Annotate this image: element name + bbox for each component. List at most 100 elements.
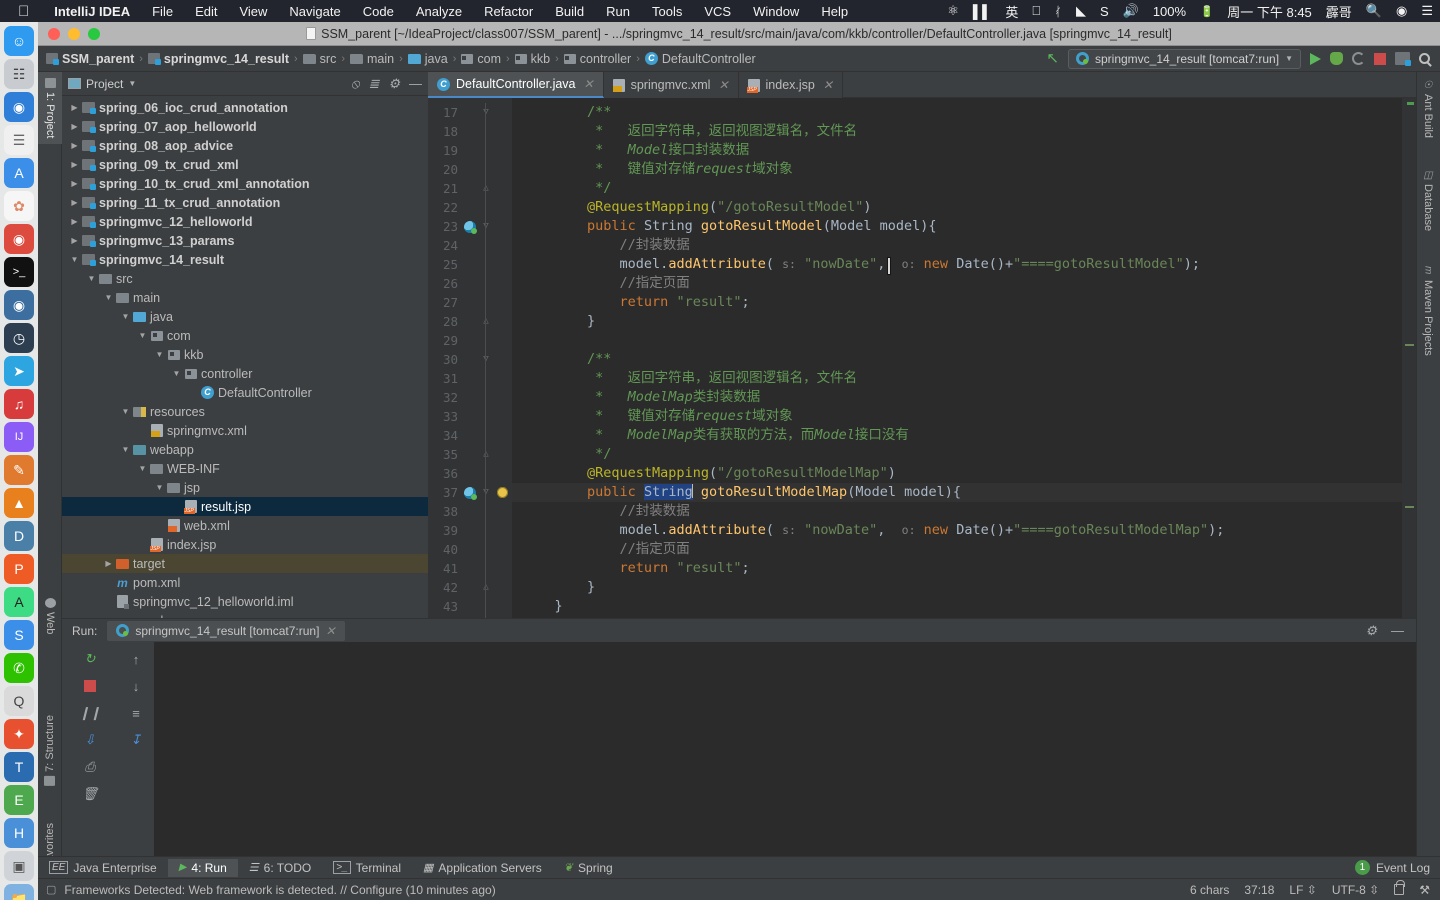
- search-everywhere-icon[interactable]: [1419, 53, 1430, 64]
- tree-node-kkb[interactable]: kkb: [62, 345, 428, 364]
- menu-file[interactable]: File: [141, 4, 184, 19]
- wifi-icon[interactable]: ◣: [1069, 3, 1093, 19]
- code-line-31[interactable]: * 返回字符串，返回视图逻辑名，文件名: [512, 369, 1402, 388]
- unlocked-icon[interactable]: [1394, 880, 1406, 895]
- chevron-right-icon[interactable]: [68, 217, 81, 226]
- chevron-right-icon[interactable]: [68, 122, 81, 131]
- tree-node-spring-11-tx-crud-annotation[interactable]: spring_11_tx_crud_annotation: [62, 193, 428, 212]
- gutter-line-43[interactable]: 43: [428, 597, 512, 616]
- tree-node-web-xml[interactable]: web.xml: [62, 516, 428, 535]
- close-icon[interactable]: ✕: [718, 78, 728, 92]
- gutter-line-19[interactable]: 19: [428, 141, 512, 160]
- chevron-down-icon[interactable]: [136, 464, 149, 473]
- dock-item-evernote[interactable]: E: [4, 785, 34, 815]
- breadcrumb-default-controller[interactable]: C DefaultController: [643, 52, 758, 66]
- gutter-line-26[interactable]: 26: [428, 274, 512, 293]
- pause-icon[interactable]: ❙❙: [79, 704, 101, 722]
- fold-up-icon[interactable]: △: [482, 184, 491, 193]
- code-line-34[interactable]: * ModelMap类有获取的方法，而Model接口没有: [512, 426, 1402, 445]
- scroll-up-icon[interactable]: ↑: [127, 650, 145, 668]
- dropbox-icon[interactable]: ⚛: [940, 3, 966, 19]
- run-marker-slot[interactable]: [462, 486, 478, 500]
- debug-icon[interactable]: [1330, 52, 1343, 65]
- back-icon[interactable]: ↖: [1046, 51, 1059, 66]
- sidebar-item-maven-projects[interactable]: m Maven Projects: [1416, 260, 1440, 362]
- code-line-23[interactable]: public String gotoResultModel(Model mode…: [512, 217, 1402, 236]
- tree-node-spring-07-aop-helloworld[interactable]: spring_07_aop_helloworld: [62, 117, 428, 136]
- dock-item-wechat[interactable]: ✆: [4, 653, 34, 683]
- code-line-39[interactable]: model.addAttribute( s: "nowDate", o: new…: [512, 521, 1402, 540]
- code-line-28[interactable]: }: [512, 312, 1402, 331]
- fold-slot[interactable]: △: [478, 317, 494, 326]
- gutter-line-37[interactable]: 37 ▽: [428, 483, 512, 502]
- run-marker-slot[interactable]: [462, 220, 478, 234]
- dump-threads-icon[interactable]: ⇩: [81, 731, 99, 749]
- dock-item-idea[interactable]: IJ: [4, 422, 34, 452]
- tree-node-defaultcontroller[interactable]: C DefaultController: [62, 383, 428, 402]
- code-line-30[interactable]: /**: [512, 350, 1402, 369]
- breadcrumb-controller[interactable]: controller: [562, 52, 633, 66]
- scroll-down-icon[interactable]: ↓: [127, 677, 145, 695]
- code-line-26[interactable]: //指定页面: [512, 274, 1402, 293]
- run-icon[interactable]: [1310, 52, 1321, 65]
- tool-button-run[interactable]: ▶ 4: Run: [167, 858, 238, 877]
- code-line-19[interactable]: * Model接口封装数据: [512, 141, 1402, 160]
- fold-down-icon[interactable]: ▽: [482, 488, 491, 497]
- tree-node-webapp[interactable]: webapp: [62, 440, 428, 459]
- chevron-down-icon[interactable]: [85, 274, 98, 283]
- gutter-line-31[interactable]: 31: [428, 369, 512, 388]
- dock-item-safari[interactable]: ◉: [4, 92, 34, 122]
- control-center-icon[interactable]: ☰: [1414, 3, 1440, 19]
- chevron-down-icon[interactable]: [136, 331, 149, 340]
- code-line-27[interactable]: return "result";: [512, 293, 1402, 312]
- gutter-line-28[interactable]: 28 △: [428, 312, 512, 331]
- tree-node-spring-09-tx-crud-xml[interactable]: spring_09_tx_crud_xml: [62, 155, 428, 174]
- chevron-right-icon[interactable]: [68, 236, 81, 245]
- tab-default-controller-java[interactable]: C DefaultController.java ✕: [428, 72, 604, 98]
- gutter-line-34[interactable]: 34: [428, 426, 512, 445]
- code-line-36[interactable]: @RequestMapping("/gotoResultModelMap"): [512, 464, 1402, 483]
- dock-item-sublime[interactable]: ✎: [4, 455, 34, 485]
- fold-slot[interactable]: △: [478, 450, 494, 459]
- sidebar-item-web[interactable]: Web: [38, 592, 62, 640]
- tree-node-main[interactable]: main: [62, 288, 428, 307]
- dock-item-notes[interactable]: ☰: [4, 125, 34, 155]
- close-icon[interactable]: ✕: [325, 624, 335, 638]
- user-name[interactable]: 霹哥: [1319, 2, 1359, 21]
- dock-item-android-studio[interactable]: A: [4, 587, 34, 617]
- fold-down-icon[interactable]: ▽: [482, 222, 491, 231]
- code-line-29[interactable]: [512, 331, 1402, 350]
- code-line-17[interactable]: /**: [512, 103, 1402, 122]
- chevron-right-icon[interactable]: [68, 179, 81, 188]
- print-icon[interactable]: ⎙: [81, 758, 99, 776]
- run-console-output[interactable]: [154, 642, 1416, 878]
- fold-up-icon[interactable]: △: [482, 583, 491, 592]
- code-line-43[interactable]: }: [512, 597, 1402, 616]
- chevron-right-icon[interactable]: [102, 559, 115, 568]
- chevron-right-icon[interactable]: [68, 103, 81, 112]
- gutter-line-18[interactable]: 18: [428, 122, 512, 141]
- gutter-line-32[interactable]: 32: [428, 388, 512, 407]
- project-title[interactable]: Project ▼: [68, 77, 136, 91]
- code-line-18[interactable]: * 返回字符串，返回视图逻辑名，文件名: [512, 122, 1402, 141]
- gutter-line-36[interactable]: 36: [428, 464, 512, 483]
- code-line-40[interactable]: //指定页面: [512, 540, 1402, 559]
- chevron-down-icon[interactable]: [119, 312, 132, 321]
- fold-slot[interactable]: △: [478, 184, 494, 193]
- event-log-button[interactable]: Event Log: [1376, 861, 1430, 875]
- menu-code[interactable]: Code: [352, 4, 405, 19]
- tool-button-application-servers[interactable]: ▦ Application Servers: [412, 859, 553, 877]
- tree-node-pom-xml[interactable]: m pom.xml: [62, 573, 428, 592]
- dock-item-terminal[interactable]: >_: [4, 257, 34, 287]
- dock-item-preview[interactable]: ▣: [4, 851, 34, 881]
- tree-node-spring-10-tx-crud-xml-annotation[interactable]: spring_10_tx_crud_xml_annotation: [62, 174, 428, 193]
- tree-node-java[interactable]: java: [62, 307, 428, 326]
- dock-item-photos[interactable]: ✿: [4, 191, 34, 221]
- code-line-25[interactable]: model.addAttribute( s: "nowDate", o: new…: [512, 255, 1402, 274]
- bookmark-icon[interactable]: ▌▌: [966, 4, 998, 19]
- chevron-right-icon[interactable]: [68, 198, 81, 207]
- tree-node-springmvc-12-helloworld[interactable]: springmvc_12_helloworld: [62, 212, 428, 231]
- dock-item-app-store[interactable]: A: [4, 158, 34, 188]
- code-line-24[interactable]: //封装数据: [512, 236, 1402, 255]
- gutter-line-30[interactable]: 30 ▽: [428, 350, 512, 369]
